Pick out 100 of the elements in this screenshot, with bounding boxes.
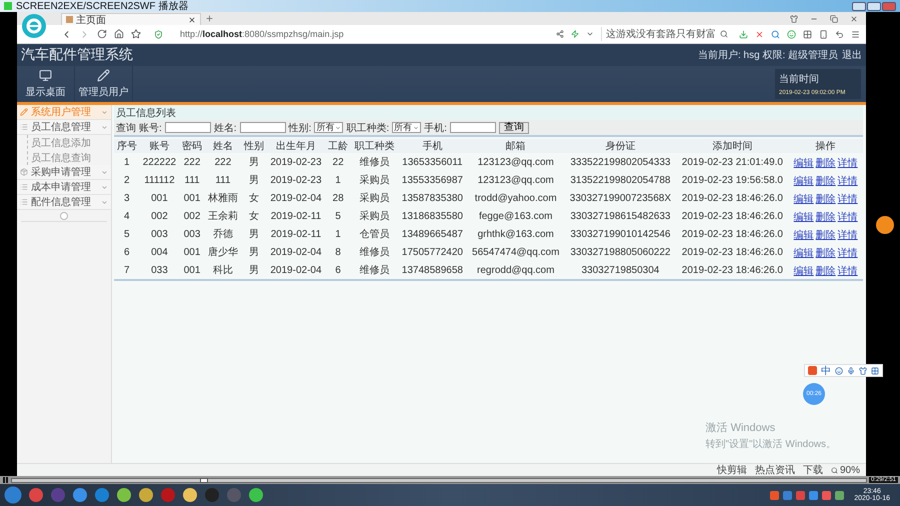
app-icon[interactable] [28, 487, 44, 503]
lightning-icon[interactable] [571, 30, 579, 38]
undo-icon[interactable] [835, 30, 844, 38]
table-cell-text: 001 [182, 246, 202, 260]
sidebar-item[interactable]: 采购申请管理 [17, 165, 111, 180]
grid-icon[interactable] [803, 30, 812, 38]
caret-icon[interactable] [586, 30, 594, 38]
select-field[interactable]: 所有 [392, 122, 422, 133]
table-cell-text: 2019-02-23 19:56:58.0 [680, 174, 784, 188]
zoom-level[interactable]: 90% [830, 464, 860, 476]
select-field[interactable]: 所有 [314, 122, 344, 133]
logout-link[interactable]: 退出 [842, 48, 862, 62]
smile-icon[interactable] [787, 30, 796, 38]
action-link[interactable]: 删除 [816, 212, 836, 223]
table-cell-text: 4 [122, 210, 131, 224]
close-icon[interactable] [850, 14, 858, 22]
column-header: 出生年月 [266, 139, 326, 153]
action-link[interactable]: 详情 [838, 248, 858, 259]
action-link[interactable]: 删除 [816, 248, 836, 259]
skin-icon[interactable] [790, 14, 798, 22]
action-link[interactable]: 删除 [816, 176, 836, 187]
table-cell-text: 王余莉 [206, 210, 239, 224]
table-cell-text: 003 [182, 228, 202, 242]
activation-text: 转到"设置"以激活 Windows。 [706, 438, 836, 451]
table-cell-text: 2019-02-04 [269, 246, 323, 260]
seek-thumb[interactable] [200, 478, 208, 482]
column-header: 账号 [140, 139, 180, 153]
input-field[interactable] [450, 122, 496, 133]
maximize-button[interactable] [867, 2, 881, 10]
collapse-handle[interactable] [60, 212, 68, 220]
panel-title: 员工信息列表 [114, 105, 863, 120]
close-button[interactable] [882, 2, 896, 10]
restore-icon[interactable] [830, 14, 838, 22]
table-cell: 维修员 [350, 261, 398, 280]
share-icon[interactable] [556, 30, 564, 38]
app-icon[interactable] [116, 487, 132, 503]
close-icon[interactable] [188, 16, 196, 24]
new-tab-icon[interactable] [205, 14, 214, 23]
seek-bar[interactable] [11, 478, 867, 482]
skin-icon[interactable] [859, 366, 867, 374]
sidebar-item[interactable]: 成本申请管理 [17, 180, 111, 195]
address-field[interactable]: http://localhost:8080/ssmpzhsg/main.jsp [180, 29, 344, 39]
table-cell-text: 313522199802054788 [569, 174, 672, 188]
table-cell-text: 330327198615482633 [569, 210, 672, 224]
cross-icon[interactable] [755, 30, 764, 38]
grid-icon[interactable] [871, 366, 879, 374]
sidebar-item[interactable]: 员工信息管理 [17, 120, 111, 135]
action-link[interactable]: 编辑 [794, 194, 814, 205]
action-link[interactable]: 详情 [838, 194, 858, 205]
search-field[interactable]: 这游戏没有套路只有财富 [601, 27, 732, 41]
action-link[interactable]: 编辑 [794, 248, 814, 259]
app-icon[interactable] [94, 487, 110, 503]
home-icon[interactable] [114, 29, 124, 39]
pause-icon[interactable] [2, 477, 9, 483]
action-link[interactable]: 删除 [816, 194, 836, 205]
action-link[interactable]: 详情 [838, 158, 858, 169]
download-icon[interactable] [739, 30, 748, 38]
browser-tab[interactable]: 主页面 [61, 13, 201, 25]
column-header: 工龄 [325, 139, 351, 153]
table-cell: 001 [179, 261, 205, 280]
action-link[interactable]: 详情 [838, 212, 858, 223]
action-link[interactable]: 编辑 [794, 158, 814, 169]
status-item[interactable]: 下载 [802, 463, 823, 477]
input-field[interactable] [240, 122, 286, 133]
input-field[interactable] [164, 122, 211, 133]
column-header: 身份证 [564, 139, 676, 153]
search-icon[interactable] [720, 30, 728, 38]
phone-icon[interactable] [819, 30, 828, 38]
star-icon[interactable] [131, 29, 141, 39]
table-cell-text: 采购员 [358, 174, 390, 188]
table-cell-text: 13186835580 [400, 210, 464, 224]
action-link[interactable]: 删除 [816, 158, 836, 169]
smile-icon[interactable] [835, 366, 843, 374]
caret-icon [335, 124, 342, 130]
action-link[interactable]: 详情 [838, 266, 858, 277]
action-link[interactable]: 编辑 [794, 230, 814, 241]
action-link[interactable]: 删除 [816, 266, 836, 277]
microphone-icon[interactable] [847, 366, 855, 374]
action-link[interactable]: 详情 [838, 176, 858, 187]
action-link[interactable]: 详情 [838, 230, 858, 241]
reload-icon[interactable] [97, 29, 107, 39]
menu-icon[interactable] [851, 30, 860, 38]
table-cell-text: 乔德 [212, 228, 234, 242]
status-item[interactable]: 快剪辑 [716, 463, 747, 477]
status-item[interactable]: 热点资讯 [754, 463, 795, 477]
minimize-button[interactable] [852, 2, 866, 10]
table-cell-text: 56547474@qq.com [471, 246, 560, 260]
ime-language[interactable]: 中 [821, 364, 831, 378]
app-icon[interactable] [72, 487, 88, 503]
start-button[interactable] [4, 486, 22, 504]
column-header: 性别 [241, 139, 267, 153]
search-icon[interactable] [771, 30, 780, 38]
search-button[interactable]: 查询 [498, 122, 529, 134]
table-cell: 2019-02-23 [266, 153, 326, 171]
action-link[interactable]: 编辑 [794, 176, 814, 187]
action-link[interactable]: 编辑 [794, 212, 814, 223]
table-cell-text: 13489665487 [400, 228, 464, 242]
action-link[interactable]: 删除 [816, 230, 836, 241]
sidebar-item[interactable]: 配件信息管理 [17, 195, 111, 210]
action-link[interactable]: 编辑 [794, 266, 814, 277]
